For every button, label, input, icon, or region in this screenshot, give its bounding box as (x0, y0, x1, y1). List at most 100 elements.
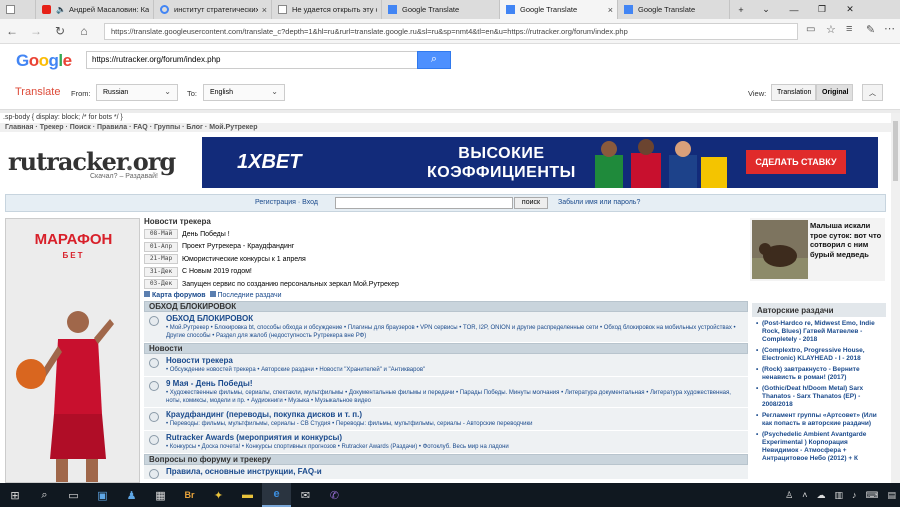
address-bar: ← → ↻ ⌂ https://translate.googleusercont… (0, 19, 900, 44)
login-link[interactable]: Вход (302, 199, 318, 206)
subforums[interactable]: • Конкурсы • Доска почета! • Конкурсы сп… (166, 443, 744, 451)
tab-youtube[interactable]: 🔈 Андрей Масаловин: Ка (36, 0, 154, 19)
news-text[interactable]: День Победы ! (182, 231, 230, 238)
close-window-button[interactable]: ✕ (836, 0, 864, 19)
store-icon[interactable]: ▣ (88, 483, 117, 507)
speaker-icon[interactable]: 🔈 (56, 5, 66, 14)
subforums[interactable]: • Обсуждение новостей трекера • Авторски… (166, 366, 744, 374)
close-tab-icon[interactable]: × (262, 5, 267, 15)
new-tab-button[interactable]: + (730, 0, 752, 19)
banner-cta-button[interactable]: СДЕЛАТЬ СТАВКУ (746, 150, 846, 174)
volume-icon[interactable]: ♪ (852, 490, 857, 500)
release-link[interactable]: (Rock) завтракнусто - Верните ненависть … (756, 366, 882, 382)
minimize-button[interactable]: — (780, 0, 808, 19)
viber-icon[interactable]: ✆ (320, 483, 349, 507)
category-header[interactable]: ОБХОД БЛОКИРОВОК (144, 301, 748, 312)
news-text[interactable]: Запущен сервис по созданию персональных … (182, 281, 399, 288)
news-item[interactable]: 31-Дек С Новым 2019 годом! (144, 266, 744, 279)
release-link[interactable]: (Psychedelic Ambient Avantgarde Experime… (756, 431, 882, 463)
tab-0[interactable] (0, 0, 36, 19)
windows-start-icon[interactable]: ⊞ (0, 483, 30, 507)
translate-url-input[interactable]: https://rutracker.org/forum/index.php (86, 51, 418, 69)
forum-title[interactable]: ОБХОД БЛОКИРОВОК (166, 313, 744, 324)
register-link[interactable]: Регистрация (255, 199, 296, 206)
maximize-button[interactable]: ❐ (808, 0, 836, 19)
tab-translate-3[interactable]: Google Translate (618, 0, 730, 19)
home-icon[interactable]: ⌂ (72, 24, 96, 38)
release-link[interactable]: (Gothic/Deat h/Doom Metal) Sarx Thanatos… (756, 385, 882, 409)
view-translation-button[interactable]: Translation (771, 84, 816, 101)
favorites-hub-icon[interactable]: ≡ (846, 23, 852, 35)
news-text[interactable]: Проект Рутрекера - Краудфандинг (182, 243, 294, 250)
url-input[interactable]: https://translate.googleusercontent.com/… (104, 23, 798, 40)
network-icon[interactable]: ▥ (834, 490, 843, 501)
tracker-search-input[interactable] (335, 197, 513, 209)
task-view-icon[interactable]: ▭ (59, 483, 88, 507)
forward-icon[interactable]: → (24, 24, 48, 38)
view-original-button[interactable]: Original (816, 84, 853, 101)
vertical-scrollbar[interactable] (891, 113, 900, 483)
side-news-teaser[interactable]: Малыша искали трое суток: вот что сотвор… (750, 218, 885, 281)
people-tray-icon[interactable]: ♙ (785, 490, 793, 501)
news-item[interactable]: 21-Мар Юмористические конкурсы к 1 апреля (144, 253, 744, 266)
category-header[interactable]: Новости (144, 343, 748, 354)
forum-title[interactable]: Rutracker Awards (мероприятия и конкурсы… (166, 432, 744, 443)
release-link[interactable]: (Post-Hardco re, Midwest Emo, Indie Rock… (756, 320, 882, 344)
subforums[interactable]: • Художественные фильмы, сериалы, спекта… (166, 389, 744, 405)
keyboard-icon[interactable]: ⌨ (865, 490, 878, 501)
google-logo[interactable]: Google (16, 51, 72, 71)
back-icon[interactable]: ← (0, 24, 24, 38)
tab-translate-active[interactable]: Google Translate × (500, 0, 618, 19)
bridge-icon[interactable]: Br (175, 483, 204, 507)
news-text[interactable]: С Новым 2019 годом! (182, 268, 252, 275)
tab-google-search[interactable]: институт стратегических ис × (154, 0, 272, 19)
rutracker-logo[interactable]: rutracker.org (8, 147, 176, 176)
marathon-bet-ad[interactable]: МАРАФОН БЕТ (5, 218, 140, 483)
edge-icon[interactable]: e (262, 483, 291, 507)
mail-icon[interactable]: ✉ (291, 483, 320, 507)
forum-title[interactable]: Правила, основные инструкции, FAQ-и (166, 466, 744, 477)
release-link[interactable]: Регламент группы «Артсовет» (Или как поп… (756, 412, 882, 428)
favorite-star-icon[interactable]: ☆ (826, 23, 836, 36)
forum-map-link[interactable]: Карта форумов (152, 292, 206, 299)
news-item[interactable]: 08-Май День Победы ! (144, 228, 744, 241)
notes-icon[interactable]: ✎ (866, 23, 875, 36)
refresh-icon[interactable]: ↻ (48, 24, 72, 38)
more-icon[interactable]: ⋯ (884, 22, 895, 35)
forum-title[interactable]: Новости трекера (166, 355, 744, 366)
calculator-icon[interactable]: ▦ (146, 483, 175, 507)
chevron-down-icon: ⌄ (164, 87, 171, 96)
to-language-select[interactable]: English ⌄ (203, 84, 285, 101)
news-item[interactable]: 03-Дек Запущен сервис по созданию персона… (144, 278, 744, 291)
cloud-icon[interactable]: ☁ (816, 490, 825, 501)
explorer-icon[interactable]: ▬ (233, 483, 262, 507)
notification-icon[interactable]: ▤ (887, 490, 896, 501)
forum-row: Краудфандинг (переводы, покупка дисков и… (144, 408, 748, 431)
from-language-select[interactable]: Russian ⌄ (96, 84, 178, 101)
news-item[interactable]: 01-Апр Проект Рутрекера - Краудфандинг (144, 241, 744, 254)
forum-title[interactable]: Краудфандинг (переводы, покупка дисков и… (166, 409, 744, 420)
tab-list-icon[interactable]: ⌄ (752, 0, 780, 19)
people-icon[interactable]: ♟ (117, 483, 146, 507)
top-nav[interactable]: Главная · Трекер · Поиск · Правила · FAQ… (0, 123, 891, 132)
search-icon[interactable]: ⌕ (30, 483, 59, 507)
tab-translate-1[interactable]: Google Translate (382, 0, 500, 19)
sticky-icon[interactable]: ✦ (204, 483, 233, 507)
collapse-icon[interactable]: ︿ (862, 84, 883, 101)
category-header[interactable]: Вопросы по форуму и трекеру (144, 454, 748, 465)
forgot-password-link[interactable]: Забыли имя или пароль? (558, 199, 640, 206)
news-text[interactable]: Юмористические конкурсы к 1 апреля (182, 256, 306, 263)
release-link[interactable]: (Complextro, Progressive House, Electron… (756, 347, 882, 363)
reading-view-icon[interactable]: ▭ (806, 24, 815, 35)
scrollbar-thumb[interactable] (893, 121, 898, 181)
subforums[interactable]: • Переводы: фильмы, мультфильмы, сериалы… (166, 420, 744, 428)
chevron-up-icon[interactable]: ˄ (802, 490, 807, 500)
close-tab-icon[interactable]: × (608, 5, 613, 15)
tracker-search-button[interactable]: поиск (514, 197, 548, 209)
recent-releases-link[interactable]: Последние раздачи (217, 292, 281, 299)
translate-search-button[interactable]: ⌕ (417, 51, 451, 69)
tab-error[interactable]: Не удается открыть эту стр (272, 0, 382, 19)
1xbet-banner[interactable]: 1XBET ВЫСОКИЕ КОЭФФИЦИЕНТЫ СДЕЛАТЬ СТАВКУ (202, 137, 878, 188)
forum-title[interactable]: 9 Мая - День Победы! (166, 378, 744, 389)
subforums[interactable]: • Мой.Рутрекер • Блокировка bt, способы … (166, 324, 744, 340)
